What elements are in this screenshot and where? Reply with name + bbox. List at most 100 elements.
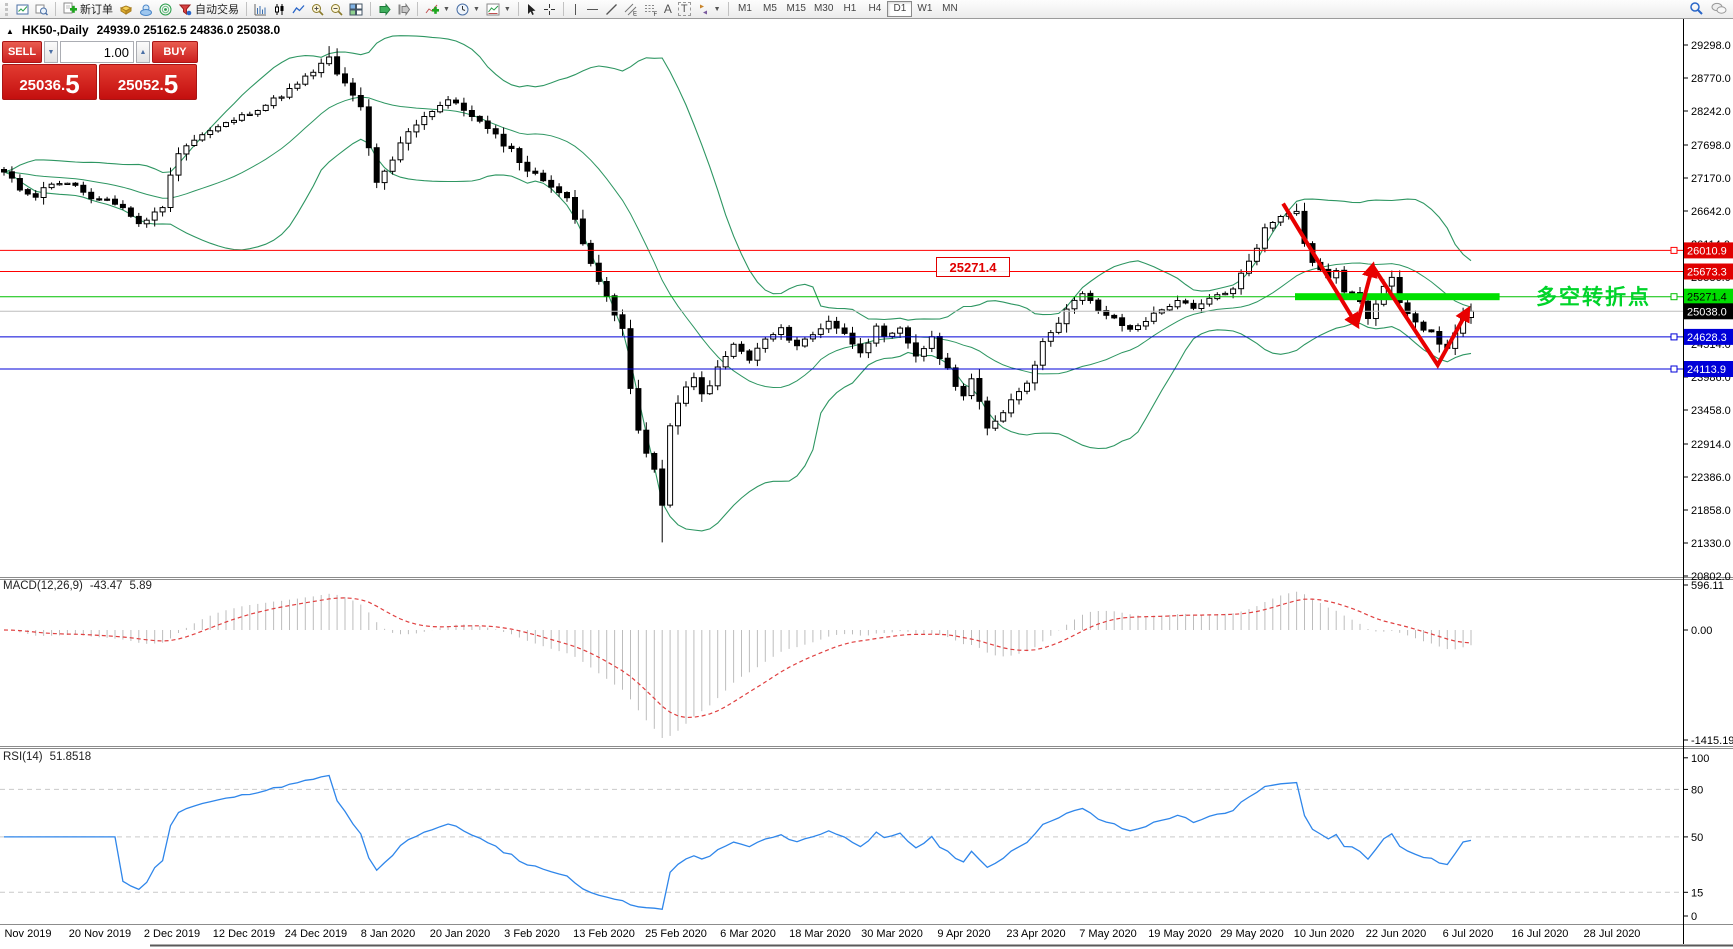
- cursor-tool-button[interactable]: [523, 1, 540, 18]
- date-tick: 19 May 2020: [1148, 928, 1212, 940]
- data-window-button[interactable]: [136, 1, 156, 18]
- line-drag-handle[interactable]: [1671, 247, 1677, 253]
- date-tick: 7 May 2020: [1079, 928, 1136, 940]
- timeframe-m15[interactable]: M15: [783, 1, 810, 17]
- templates-button[interactable]: ▼: [483, 1, 514, 18]
- autotrading-button[interactable]: 自动交易: [175, 1, 242, 18]
- text-tool[interactable]: A: [661, 1, 675, 18]
- macd-value: -43.47: [90, 580, 123, 592]
- date-tick: 29 May 2020: [1220, 928, 1284, 940]
- bollinger-bands: [4, 36, 1471, 531]
- price-tick: 22914.0: [1691, 439, 1731, 451]
- arrows-tool[interactable]: ▼: [694, 1, 724, 18]
- trendline-tool[interactable]: [602, 1, 621, 18]
- support-highlight-bar[interactable]: [1295, 293, 1500, 300]
- main-toolbar: 新订单 自动交易 ▼ ▼ ▼ E F A T ▼ M1 M5 M15 M30 H…: [0, 0, 1733, 19]
- channel-icon: E: [624, 3, 638, 16]
- date-tick: 30 Mar 2020: [861, 928, 923, 940]
- navigator-button[interactable]: [156, 1, 175, 18]
- buy-price-big-digit: 5: [164, 71, 178, 97]
- rsi-caption: RSI(14) 51.8518: [3, 751, 91, 763]
- timeframe-m1[interactable]: M1: [733, 1, 758, 17]
- level-price-label: 25271.4: [1687, 292, 1727, 304]
- date-tick: 3 Feb 2020: [504, 928, 560, 940]
- channel-tool[interactable]: E: [621, 1, 641, 18]
- level-price-label: 26010.9: [1687, 245, 1727, 257]
- zoom-in-button[interactable]: [308, 1, 327, 18]
- signal-icon: [159, 3, 172, 16]
- date-tick: 16 Jul 2020: [1512, 928, 1569, 940]
- arrows-icon: [697, 3, 710, 16]
- timeframe-mn[interactable]: MN: [937, 1, 962, 17]
- line-drag-handle[interactable]: [1671, 334, 1677, 340]
- gold-box-icon: [119, 3, 133, 16]
- zoom-out-icon: [330, 3, 343, 16]
- tile-windows-button[interactable]: [346, 1, 366, 18]
- search-icon[interactable]: [1689, 1, 1703, 18]
- dropdown-caret: ▼: [714, 6, 721, 13]
- date-tick: 10 Jun 2020: [1294, 928, 1355, 940]
- line-drag-handle[interactable]: [1671, 366, 1677, 372]
- market-watch-button[interactable]: [116, 1, 136, 18]
- fibonacci-tool[interactable]: F: [641, 1, 661, 18]
- price-tick: 29298.0: [1691, 40, 1731, 52]
- date-tick: 23 Apr 2020: [1006, 928, 1065, 940]
- horizontal-line-icon: [586, 4, 599, 15]
- line-chart-button[interactable]: [289, 1, 308, 18]
- crosshair-tool-button[interactable]: [540, 1, 559, 18]
- timeframe-m30[interactable]: M30: [810, 1, 837, 17]
- text-label-tool[interactable]: T: [675, 1, 694, 18]
- panel-borders: [0, 19, 1733, 946]
- date-tick: 20 Jan 2020: [430, 928, 491, 940]
- svg-text:E: E: [633, 11, 637, 16]
- buy-price-display[interactable]: 25052.5: [99, 64, 197, 100]
- line-drag-handle[interactable]: [1671, 294, 1677, 300]
- new-order-icon: [63, 2, 77, 16]
- sell-button[interactable]: SELL: [2, 41, 42, 63]
- timeframe-w1[interactable]: W1: [912, 1, 937, 17]
- level-price-label: 24628.3: [1687, 332, 1727, 344]
- level-price-label: 24113.9: [1687, 364, 1726, 376]
- timeframe-m5[interactable]: M5: [758, 1, 783, 17]
- new-order-label: 新订单: [80, 1, 113, 17]
- volume-increase-button[interactable]: ▲: [136, 41, 150, 63]
- indicators-button[interactable]: ▼: [422, 1, 453, 18]
- horizontal-line-tool[interactable]: [583, 1, 602, 18]
- dropdown-caret: ▼: [443, 6, 450, 13]
- fibonacci-icon: F: [644, 3, 658, 16]
- macd-signal-line: [4, 598, 1471, 718]
- macd-histogram: [4, 592, 1471, 738]
- new-chart-icon: [16, 3, 29, 16]
- chart-window-title: ▲ HK50-,Daily 24939.0 25162.5 24836.0 25…: [6, 23, 280, 37]
- date-tick: 8 Jan 2020: [361, 928, 415, 940]
- bar-chart-button[interactable]: [251, 1, 270, 18]
- turning-point-note[interactable]: 多空转折点: [1536, 281, 1651, 311]
- chat-icon[interactable]: [1711, 2, 1727, 18]
- sell-price-display[interactable]: 25036.5: [2, 64, 97, 100]
- chart-expand-icon[interactable]: ▲: [6, 27, 14, 36]
- trendline-icon: [605, 3, 618, 16]
- chart-shift-button[interactable]: [394, 1, 413, 18]
- level-text-label-25271[interactable]: 25271.4: [936, 257, 1010, 277]
- periods-button[interactable]: ▼: [453, 1, 483, 18]
- dropdown-caret: ▼: [504, 6, 511, 13]
- price-tick: 27698.0: [1691, 140, 1731, 152]
- profiles-button[interactable]: [32, 1, 51, 18]
- new-chart-button[interactable]: [13, 1, 32, 18]
- new-order-button[interactable]: 新订单: [60, 1, 116, 18]
- candle-chart-icon: [273, 3, 286, 16]
- macd-tick: -1415.19: [1691, 735, 1733, 747]
- timeframe-h4[interactable]: H4: [862, 1, 887, 17]
- timeframe-h1[interactable]: H1: [837, 1, 862, 17]
- timeframe-d1[interactable]: D1: [887, 1, 912, 17]
- auto-scroll-button[interactable]: [375, 1, 394, 18]
- autotrading-icon: [178, 3, 192, 16]
- dropdown-caret: ▼: [473, 6, 480, 13]
- vertical-line-tool[interactable]: [568, 1, 583, 18]
- zoom-out-button[interactable]: [327, 1, 346, 18]
- volume-decrease-button[interactable]: ▼: [44, 41, 58, 63]
- candle-chart-button[interactable]: [270, 1, 289, 18]
- volume-input[interactable]: [60, 41, 134, 63]
- buy-button[interactable]: BUY: [152, 41, 198, 63]
- text-tool-icon: A: [664, 2, 672, 16]
